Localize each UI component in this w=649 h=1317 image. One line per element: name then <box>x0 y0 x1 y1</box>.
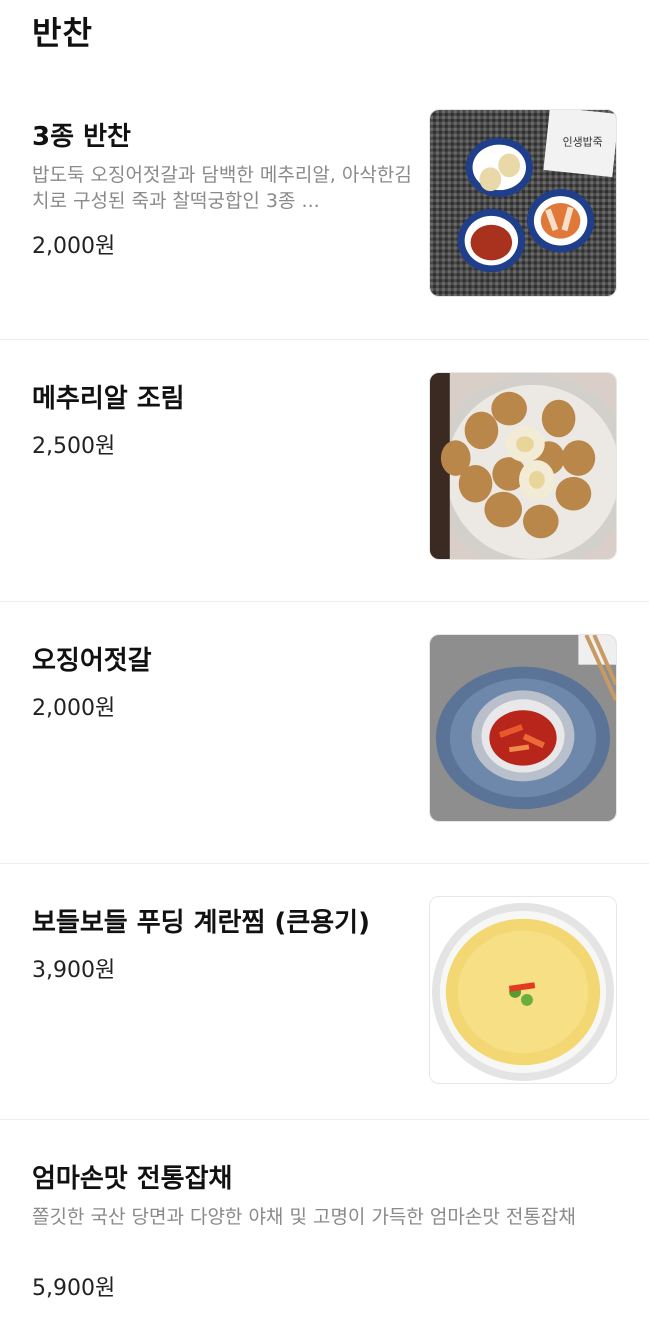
menu-item-price: 2,000원 <box>32 696 116 721</box>
menu-item-name: 메추리알 조림 <box>32 384 185 414</box>
menu-item-steamed-egg[interactable]: 보들보들 푸딩 계란찜 (큰용기) 3,900원 <box>0 864 649 1120</box>
menu-item-braised-quail-eggs[interactable]: 메추리알 조림 2,500원 <box>0 340 649 602</box>
menu-item-price: 5,900원 <box>32 1276 116 1301</box>
svg-text:인생밥죽: 인생밥죽 <box>563 136 603 149</box>
steamed-egg-photo <box>429 896 617 1084</box>
menu-item-price: 2,000원 <box>32 234 116 259</box>
menu-item-japchae[interactable]: 엄마손맛 전통잡채 쫄깃한 국산 당면과 다양한 야채 및 고명이 가득한 엄마… <box>0 1120 649 1317</box>
menu-item-price: 3,900원 <box>32 958 116 983</box>
three-side-dishes-photo: 인생밥죽 <box>429 109 617 297</box>
section-title: 반찬 <box>32 14 93 52</box>
menu-item-price: 2,500원 <box>32 434 116 459</box>
menu-item-name: 보들보들 푸딩 계란찜 (큰용기) <box>32 908 370 938</box>
menu-item-description: 밥도둑 오징어젓갈과 담백한 메추리알, 아삭한김치로 구성된 죽과 찰떡궁합인… <box>32 164 412 212</box>
squid-jeotgal-photo <box>429 634 617 822</box>
menu-item-name: 3종 반찬 <box>32 122 131 152</box>
menu-item-squid-jeotgal[interactable]: 오징어젓갈 2,000원 <box>0 602 649 864</box>
menu-item-description: 쫄깃한 국산 당면과 다양한 야채 및 고명이 가득한 엄마손맛 전통잡채 <box>32 1206 576 1228</box>
menu-item-name: 엄마손맛 전통잡채 <box>32 1164 233 1194</box>
menu-item-3-side-dishes[interactable]: 3종 반찬 밥도둑 오징어젓갈과 담백한 메추리알, 아삭한김치로 구성된 죽과… <box>0 78 649 340</box>
braised-quail-eggs-photo <box>429 372 617 560</box>
menu-item-name: 오징어젓갈 <box>32 646 152 676</box>
